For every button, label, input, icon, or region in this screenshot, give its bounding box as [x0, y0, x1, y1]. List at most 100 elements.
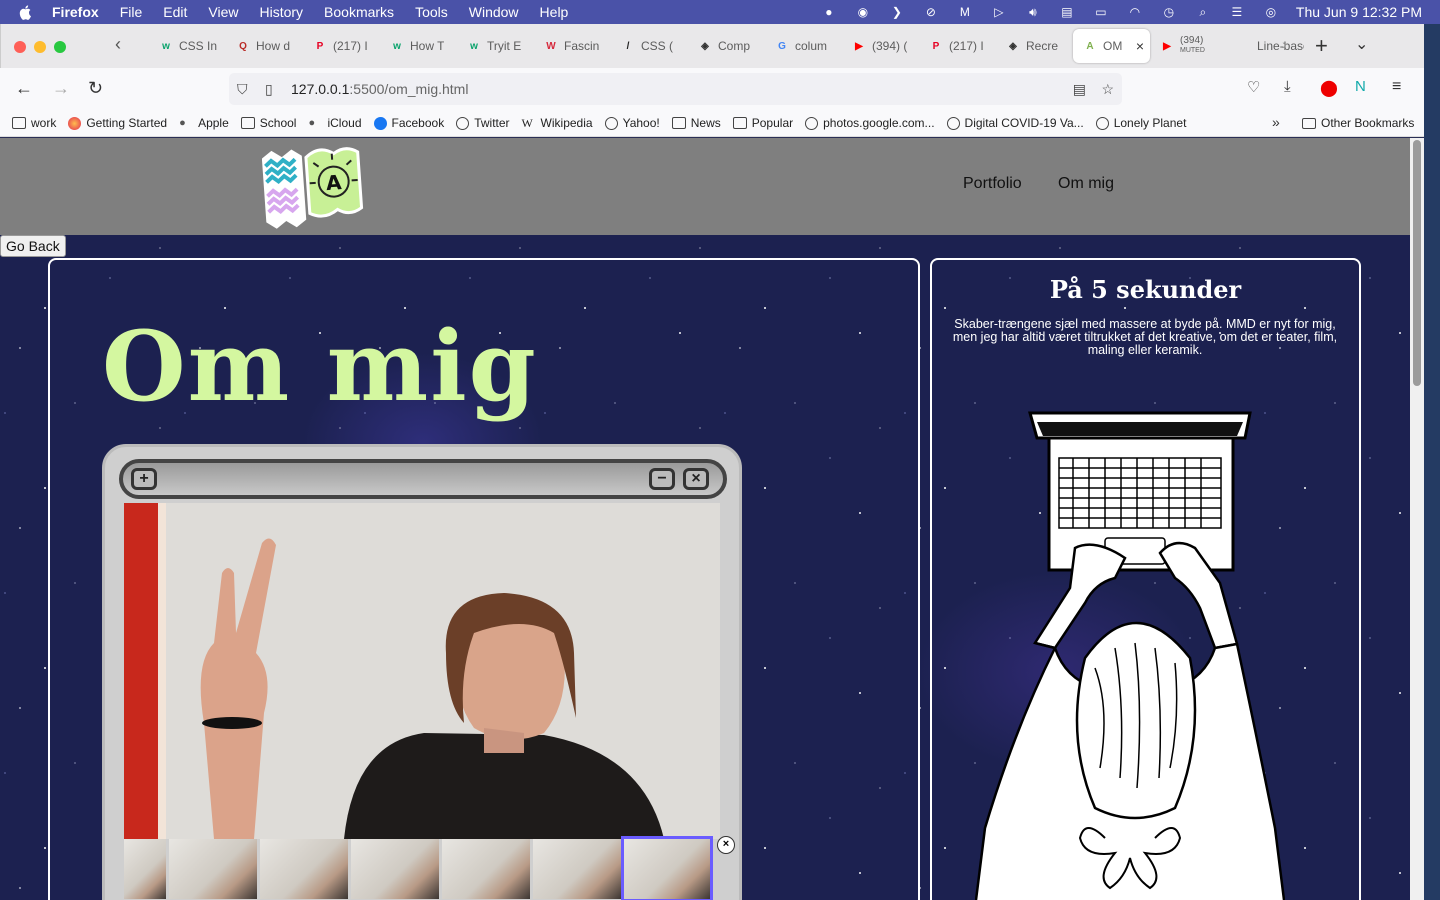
tab-label: CSS In [179, 39, 218, 53]
url-text[interactable]: 127.0.0.1:5500/om_mig.html [291, 81, 468, 97]
pocket-icon[interactable]: ♡ [1247, 78, 1260, 96]
apple-menu-icon[interactable] [18, 4, 34, 20]
menu-status-area: ● ◉ ❯ ⊘ M ▷ 🔊︎ ▤ ▭ ◠ ◷ ⌕ ☰ ◎ Thu Jun 9 1… [820, 0, 1422, 24]
menu-bookmarks[interactable]: Bookmarks [324, 4, 394, 20]
tab-scroll-right-icon[interactable]: › [1282, 36, 1287, 52]
thumbnail-2[interactable] [169, 839, 257, 899]
back-arrow-icon[interactable]: ← [15, 78, 33, 99]
menu-app-name[interactable]: Firefox [52, 4, 99, 20]
reload-icon[interactable]: ↻ [88, 78, 103, 99]
siri-icon[interactable]: ◎ [1262, 5, 1280, 19]
browser-tab[interactable]: / CSS ( [611, 29, 688, 63]
browser-tab[interactable]: P (217) I [919, 29, 996, 63]
browser-tab[interactable]: A OM × [1073, 29, 1150, 63]
bookmark-label: News [690, 116, 721, 130]
tab-label: Comp [718, 39, 751, 53]
browser-tab[interactable]: Line-base [1227, 29, 1304, 63]
download-icon[interactable]: ⤓ [1284, 78, 1291, 95]
url-bar[interactable]: ⛉ ▯ 127.0.0.1:5500/om_mig.html ▤ ☆ [229, 73, 1122, 105]
bookmark-item[interactable]: Getting Started [68, 116, 167, 130]
thumbnail-3[interactable] [260, 839, 348, 899]
menu-datetime[interactable]: Thu Jun 9 12:32 PM [1296, 4, 1422, 20]
page-title: Om mig [102, 310, 538, 423]
bookmark-item[interactable]: ● iCloud [308, 116, 361, 130]
nav-om-mig-link[interactable]: Om mig [1058, 175, 1114, 193]
bookmark-item[interactable]: Digital COVID-19 Va... [946, 116, 1084, 130]
browser-tab[interactable]: P (217) I [303, 29, 380, 63]
extension-n-icon[interactable]: N [1355, 78, 1366, 95]
bookmark-star-icon[interactable]: ☆ [1101, 81, 1114, 98]
thumbnail-5[interactable] [442, 839, 530, 899]
go-back-button[interactable]: Go Back [0, 235, 66, 257]
menu-edit[interactable]: Edit [163, 4, 187, 20]
bookmark-item[interactable]: photos.google.com... [805, 116, 935, 130]
window-minimize-button[interactable]: − [649, 468, 675, 490]
browser-tab[interactable]: ◈ Recre [996, 29, 1073, 63]
bookmark-item[interactable]: ● Apple [179, 116, 229, 130]
thumbnail-7-selected[interactable] [621, 836, 713, 900]
browser-tab[interactable]: Gcolum [765, 29, 842, 63]
menu-help[interactable]: Help [540, 4, 569, 20]
bookmark-item[interactable]: Lonely Planet [1095, 116, 1186, 130]
bookmark-item[interactable]: Facebook [373, 116, 444, 130]
thumbnail-close-button[interactable]: × [717, 836, 735, 854]
menu-file[interactable]: File [120, 4, 143, 20]
bookmark-item[interactable]: Twitter [456, 116, 510, 130]
control-icon[interactable]: ● [820, 5, 838, 19]
browser-tab[interactable]: Q How d [226, 29, 303, 63]
browser-tab[interactable]: w CSS In [149, 29, 226, 63]
search-icon[interactable]: ⌕ [1194, 5, 1212, 19]
browser-tab[interactable]: w How T [380, 29, 457, 63]
tab-favicon-icon: ◈ [1009, 40, 1017, 52]
control-center-icon[interactable]: ☰ [1228, 5, 1246, 19]
reader-view-icon[interactable]: ▤ [1073, 81, 1086, 98]
opera-extension-icon[interactable]: ⬤ [1320, 78, 1338, 98]
browser-tab[interactable]: W Fascin [534, 29, 611, 63]
tab-close-icon[interactable]: × [1136, 38, 1144, 54]
forward-arrow-icon[interactable]: → [52, 78, 70, 99]
menu-tools[interactable]: Tools [415, 4, 448, 20]
sync-icon[interactable]: ⊘ [922, 5, 940, 19]
window-add-button[interactable]: + [131, 468, 157, 490]
thumbnail-4[interactable] [351, 839, 439, 899]
tab-list-chevron-icon[interactable]: ⌄ [1355, 34, 1368, 54]
bookmark-item[interactable]: School [240, 116, 296, 130]
zoom-window-button[interactable] [54, 41, 66, 53]
m-icon[interactable]: M [956, 5, 974, 19]
volume-icon[interactable]: 🔊︎ [1024, 5, 1042, 19]
bookmark-item[interactable]: Yahoo! [604, 116, 660, 130]
new-tab-button[interactable]: + [1315, 33, 1328, 59]
nav-portfolio-link[interactable]: Portfolio [963, 175, 1022, 193]
wifi-icon[interactable]: ◠ [1126, 5, 1144, 19]
other-bookmarks[interactable]: Other Bookmarks [1302, 116, 1414, 130]
browser-tab[interactable]: ▶ (394) MUTED [1150, 29, 1227, 63]
close-window-button[interactable] [14, 41, 26, 53]
scrollbar-thumb[interactable] [1413, 140, 1421, 386]
clock-icon[interactable]: ◷ [1160, 5, 1178, 19]
bookmarks-overflow-icon[interactable]: » [1272, 114, 1280, 130]
browser-tab[interactable]: ◈ Comp [688, 29, 765, 63]
bookmark-item[interactable]: News [671, 116, 721, 130]
menu-history[interactable]: History [259, 4, 303, 20]
thumbnail-6[interactable] [533, 839, 621, 899]
bookmark-item[interactable]: Popular [732, 116, 793, 130]
window-close-button[interactable]: × [683, 468, 709, 490]
arrow-icon[interactable]: ❯ [888, 5, 906, 19]
app-menu-icon[interactable]: ≡ [1392, 78, 1401, 96]
flag-icon[interactable]: ▤ [1058, 5, 1076, 19]
play-icon[interactable]: ▷ [990, 5, 1008, 19]
shield-icon[interactable]: ⛉ [237, 81, 248, 98]
browser-tab[interactable]: w Tryit E [457, 29, 534, 63]
record-icon[interactable]: ◉ [854, 5, 872, 19]
site-logo[interactable]: A [262, 143, 366, 230]
tab-scroll-left-icon[interactable]: ‹ [115, 34, 121, 55]
thumbnail-1[interactable] [124, 839, 166, 899]
bookmark-item[interactable]: work [12, 116, 56, 130]
bookmark-item[interactable]: W Wikipedia [522, 116, 593, 130]
page-scrollbar[interactable] [1410, 138, 1424, 900]
menu-window[interactable]: Window [469, 4, 519, 20]
battery-icon[interactable]: ▭ [1092, 5, 1110, 19]
menu-view[interactable]: View [208, 4, 238, 20]
minimize-window-button[interactable] [34, 41, 46, 53]
browser-tab[interactable]: ▶ (394) ( [842, 29, 919, 63]
